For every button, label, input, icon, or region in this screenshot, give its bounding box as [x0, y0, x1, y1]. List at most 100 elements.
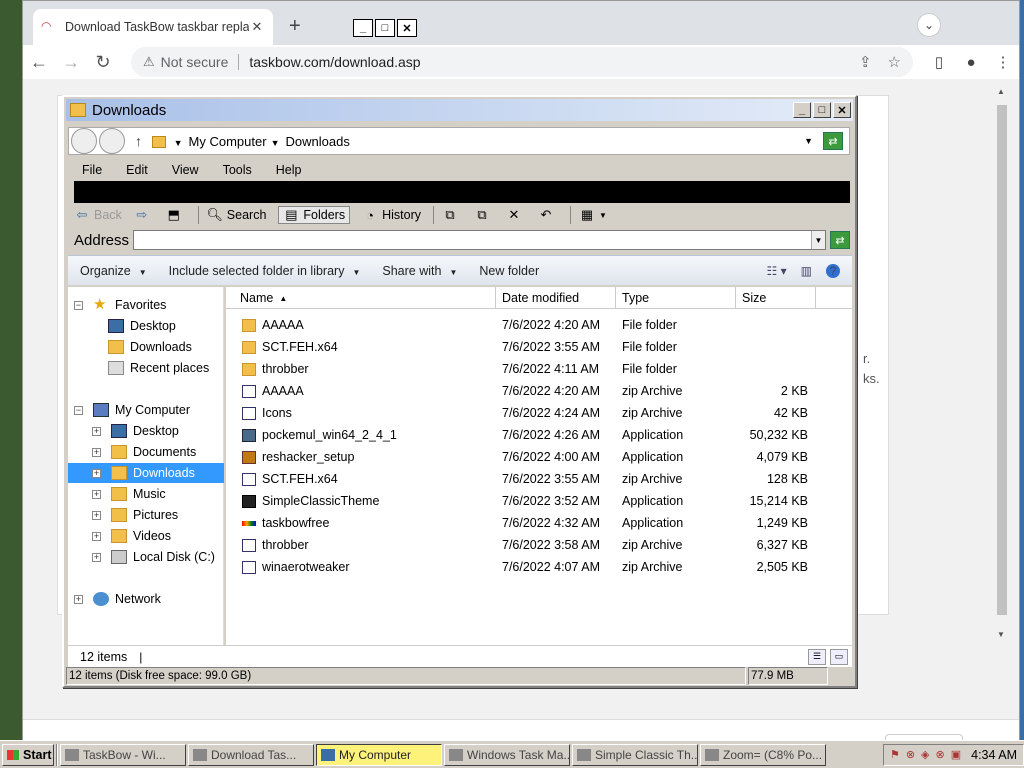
- minimize-button[interactable]: _: [793, 102, 811, 118]
- omnibox[interactable]: ⚠ Not secure taskbow.com/download.asp ⇪ …: [131, 47, 913, 77]
- new-tab-button[interactable]: +: [289, 15, 301, 38]
- taskbar-button[interactable]: TaskBow - Wi...: [60, 743, 186, 766]
- nav-network[interactable]: + Network: [74, 589, 161, 609]
- delete-button[interactable]: ✕: [506, 207, 526, 222]
- nav-desktop-fav[interactable]: Desktop: [108, 316, 176, 336]
- up-folder-button[interactable]: ⬒: [166, 207, 186, 222]
- file-row[interactable]: winaerotweaker 7/6/2022 4:07 AM zip Archiv…: [226, 557, 852, 579]
- expand-icon[interactable]: +: [92, 426, 101, 436]
- column-name[interactable]: Name ▲: [226, 287, 496, 309]
- address-input[interactable]: ▼: [133, 230, 826, 250]
- security-label[interactable]: Not secure: [161, 54, 229, 70]
- column-type[interactable]: Type: [616, 287, 736, 309]
- menu-file[interactable]: File: [82, 163, 102, 177]
- file-row[interactable]: throbber 7/6/2022 4:11 AM File folder: [226, 359, 852, 381]
- tray-icon[interactable]: ▣: [951, 748, 961, 761]
- scroll-up-icon[interactable]: ▲: [997, 87, 1005, 96]
- expand-icon[interactable]: +: [92, 531, 101, 541]
- column-size[interactable]: Size: [736, 287, 816, 309]
- file-row[interactable]: pockemul_win64_2_4_1 7/6/2022 4:26 AM Appl…: [226, 425, 852, 447]
- expand-icon[interactable]: +: [92, 510, 101, 520]
- organize-button[interactable]: Organize ▼: [80, 264, 147, 278]
- bookmark-star-icon[interactable]: ☆: [888, 53, 901, 71]
- breadcrumb-my-computer[interactable]: My Computer: [189, 134, 267, 149]
- file-row[interactable]: reshacker_setup 7/6/2022 4:00 AM Applicati…: [226, 447, 852, 469]
- expand-icon[interactable]: +: [92, 468, 101, 478]
- help-icon[interactable]: ?: [826, 263, 840, 278]
- maximize-button[interactable]: □: [813, 102, 831, 118]
- nav-downloads[interactable]: + Downloads: [68, 463, 224, 483]
- tray-icon[interactable]: ⊗: [906, 748, 915, 761]
- collapse-icon[interactable]: −: [74, 405, 83, 415]
- scroll-thumb[interactable]: [997, 105, 1007, 615]
- close-button[interactable]: ✕: [397, 19, 417, 37]
- nav-documents[interactable]: + Documents: [92, 442, 196, 462]
- expand-icon[interactable]: +: [92, 447, 101, 457]
- browser-tab[interactable]: ◠ Download TaskBow taskbar repla ✕: [33, 9, 273, 45]
- menu-view[interactable]: View: [172, 163, 199, 177]
- go-icon[interactable]: ⇄: [830, 231, 850, 249]
- expand-icon[interactable]: +: [74, 594, 83, 604]
- forward-button[interactable]: ⇨: [134, 207, 154, 222]
- nav-recent-places[interactable]: Recent places: [108, 358, 209, 378]
- change-view-icon[interactable]: ☷ ▾: [767, 264, 787, 278]
- nav-my-computer[interactable]: − My Computer: [74, 400, 190, 420]
- large-icons-view-icon[interactable]: ▭: [830, 648, 848, 665]
- url-text[interactable]: taskbow.com/download.asp: [249, 54, 843, 70]
- back-arrow-icon[interactable]: ←: [23, 52, 55, 73]
- breadcrumb-downloads[interactable]: Downloads: [286, 134, 350, 149]
- share-icon[interactable]: ⇪: [859, 53, 872, 71]
- expand-icon[interactable]: +: [92, 489, 101, 499]
- include-library-button[interactable]: Include selected folder in library ▼: [169, 264, 361, 278]
- menu-help[interactable]: Help: [276, 163, 302, 177]
- reload-icon[interactable]: ↻: [87, 52, 119, 73]
- file-row[interactable]: AAAAA 7/6/2022 4:20 AM zip Archive 2 KB: [226, 381, 852, 403]
- file-row[interactable]: SimpleClassicTheme 7/6/2022 3:52 AM Applic…: [226, 491, 852, 513]
- nav-favorites[interactable]: − ★ Favorites: [74, 295, 166, 315]
- scroll-down-icon[interactable]: ▼: [997, 630, 1005, 639]
- file-row[interactable]: Icons 7/6/2022 4:24 AM zip Archive 42 KB: [226, 403, 852, 425]
- clock[interactable]: 4:34 AM: [971, 748, 1017, 762]
- forward-circle-button[interactable]: [99, 128, 125, 154]
- close-button[interactable]: ✕: [833, 102, 851, 118]
- file-row[interactable]: throbber 7/6/2022 3:58 AM zip Archive 6,327…: [226, 535, 852, 557]
- new-folder-button[interactable]: New folder: [479, 264, 539, 278]
- tab-search-chevron-icon[interactable]: ⌄: [917, 13, 941, 37]
- file-row[interactable]: SCT.FEH.x64 7/6/2022 3:55 AM zip Archive 12…: [226, 469, 852, 491]
- nav-local-disk[interactable]: + Local Disk (C:): [92, 547, 215, 567]
- tray-icon[interactable]: ◈: [921, 748, 929, 761]
- taskbar-button[interactable]: Simple Classic Th...: [572, 743, 698, 766]
- taskbar-button[interactable]: Windows Task Ma...: [444, 743, 570, 766]
- profile-avatar-icon[interactable]: ●: [955, 54, 987, 71]
- address-dropdown-icon[interactable]: ▼: [811, 231, 825, 249]
- back-circle-button[interactable]: [71, 128, 97, 154]
- views-button[interactable]: ▦ ▼: [579, 207, 607, 222]
- warning-icon[interactable]: ⚠: [143, 54, 155, 70]
- taskbar-button[interactable]: My Computer: [316, 743, 442, 766]
- menu-edit[interactable]: Edit: [126, 163, 148, 177]
- tray-icon[interactable]: ⚑: [890, 748, 900, 761]
- minimize-button[interactable]: _: [353, 19, 373, 37]
- move-to-button[interactable]: ⧉: [442, 207, 462, 222]
- menu-tools[interactable]: Tools: [223, 163, 252, 177]
- copy-to-button[interactable]: ⧉: [474, 207, 494, 222]
- tray-icon[interactable]: ⊗: [936, 748, 945, 761]
- start-button[interactable]: Start: [2, 743, 54, 766]
- menu-kebab-icon[interactable]: ⋮: [987, 53, 1019, 71]
- expand-icon[interactable]: +: [92, 552, 101, 562]
- explorer-titlebar[interactable]: Downloads _ □ ✕: [66, 99, 853, 121]
- nav-desktop[interactable]: + Desktop: [92, 421, 179, 441]
- nav-pictures[interactable]: + Pictures: [92, 505, 178, 525]
- history-button[interactable]: ◔ History: [362, 208, 421, 223]
- nav-music[interactable]: + Music: [92, 484, 166, 504]
- back-button[interactable]: ⇦ Back: [74, 207, 122, 222]
- file-row[interactable]: AAAAA 7/6/2022 4:20 AM File folder: [226, 315, 852, 337]
- page-scrollbar[interactable]: ▲ ▼: [995, 87, 1009, 639]
- maximize-button[interactable]: □: [375, 19, 395, 37]
- refresh-go-icon[interactable]: ⇄: [823, 132, 843, 150]
- history-dropdown-icon[interactable]: ▼: [804, 136, 813, 146]
- column-date[interactable]: Date modified: [496, 287, 616, 309]
- taskbar-button[interactable]: Download Tas...: [188, 743, 314, 766]
- breadcrumb[interactable]: ▼ My Computer ▼ Downloads: [152, 134, 350, 149]
- taskbar-button[interactable]: Zoom= (C8% Po...: [700, 743, 826, 766]
